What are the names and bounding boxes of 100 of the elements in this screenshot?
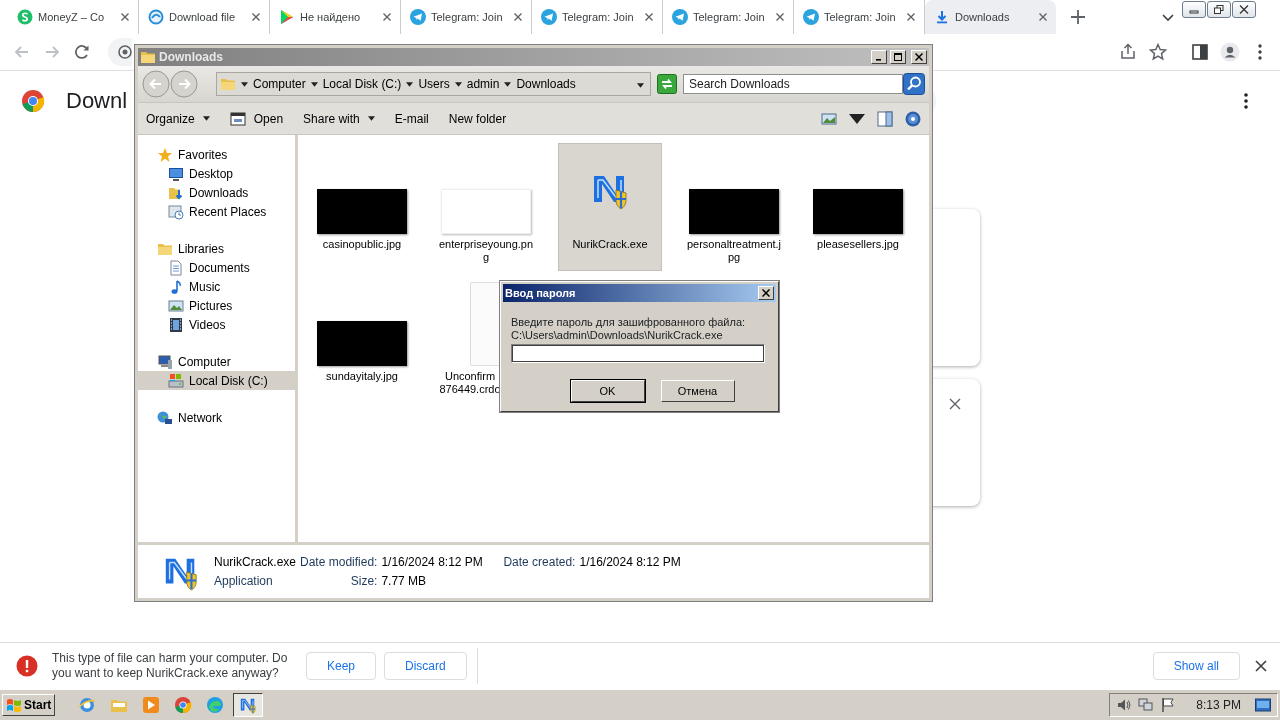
speaker-icon[interactable]	[1116, 697, 1133, 713]
maximize-button[interactable]	[890, 50, 906, 64]
nav-item[interactable]: Libraries	[138, 239, 295, 258]
start-button[interactable]: Start	[2, 694, 56, 716]
dropdown-icon	[637, 83, 644, 88]
network-icon	[157, 409, 173, 426]
file-item[interactable]: casinopublic.jpg	[310, 143, 414, 271]
view-icon[interactable]	[821, 110, 837, 127]
nav-item[interactable]: Network	[138, 408, 295, 427]
file-name: enterpriseyoung.png	[437, 238, 535, 264]
back-icon[interactable]	[142, 70, 170, 98]
file-item[interactable]: sundayitaly.jpg	[310, 275, 414, 403]
browser-tab[interactable]: Downloads	[925, 0, 1056, 34]
detail-label: Date modified:	[300, 555, 378, 569]
nav-item[interactable]: Documents	[138, 258, 295, 277]
file-item[interactable]: personaltreatment.jpg	[682, 143, 786, 271]
search-field[interactable]: Search Downloads	[683, 74, 903, 94]
browser-tab[interactable]: Telegram: Join	[663, 0, 794, 34]
shelf-button[interactable]: Keep	[306, 652, 377, 680]
browser-tab[interactable]: Download file	[139, 0, 270, 34]
toolbar-button[interactable]: Open	[229, 110, 284, 127]
network-icon[interactable]	[1138, 697, 1155, 713]
page-title: Downl	[66, 88, 128, 114]
address-bar[interactable]: Computer Local Disk (C:) Users admin Downloads	[216, 72, 651, 96]
browser-tab[interactable]: Telegram: Join	[794, 0, 925, 34]
nav-item[interactable]: Favorites	[138, 145, 295, 164]
file-name: casinopublic.jpg	[321, 238, 403, 251]
download-icon	[934, 9, 950, 25]
detail-label: Size:	[350, 574, 378, 588]
share-icon[interactable]	[1118, 42, 1138, 62]
help-icon[interactable]	[905, 110, 921, 127]
file-name: NurikCrack.exe	[571, 238, 649, 251]
dialog-button[interactable]: OK	[570, 380, 645, 402]
dialog-title: Ввод пароля	[505, 287, 577, 299]
nav-item[interactable]: Downloads	[138, 183, 295, 202]
file-type: Application	[214, 574, 274, 588]
file-name: NurikCrack.exe	[214, 555, 297, 569]
close-icon[interactable]	[1254, 659, 1268, 673]
browser-tab[interactable]: Telegram: Join	[532, 0, 663, 34]
paper-plane-icon	[410, 9, 426, 25]
nav-item[interactable]: Computer	[138, 352, 295, 371]
browser-tab[interactable]: MoneyZ – Co	[8, 0, 139, 34]
coin-icon	[17, 9, 33, 25]
show-all-button[interactable]: Show all	[1152, 652, 1240, 680]
dialog-prompt: Введите пароль для зашифрованного файла:	[511, 316, 747, 329]
browser-tab[interactable]: Telegram: Join	[401, 0, 532, 34]
nav-item[interactable]: Recent Places	[138, 202, 295, 221]
disk-icon	[168, 372, 184, 389]
star-icon	[157, 146, 173, 163]
star-icon[interactable]	[1148, 42, 1168, 62]
restore-button[interactable]	[1207, 1, 1231, 18]
browser-tab[interactable]: Не найдено	[270, 0, 401, 34]
profile-icon[interactable]	[1220, 42, 1240, 62]
address-bar[interactable]	[108, 38, 132, 66]
taskbar-app-button[interactable]	[233, 693, 264, 717]
caret-icon	[454, 81, 462, 87]
nav-item[interactable]: Desktop	[138, 164, 295, 183]
show-desktop-icon[interactable]	[1255, 697, 1271, 713]
refresh-icon[interactable]	[657, 74, 677, 94]
file-item[interactable]: NurikCrack.exe	[558, 143, 662, 271]
close-button[interactable]	[1232, 1, 1256, 18]
close-icon	[915, 53, 923, 61]
toolbar-button[interactable]: New folder	[448, 111, 507, 126]
download-folder-icon	[220, 76, 236, 92]
breadcrumb[interactable]: Local Disk (C:)	[322, 77, 402, 91]
search-icon[interactable]	[903, 73, 925, 95]
breadcrumb[interactable]: Computer	[253, 77, 306, 91]
recent-places-icon	[168, 203, 184, 220]
maximize-icon	[894, 53, 902, 61]
close-icon	[762, 289, 770, 297]
flag-icon[interactable]	[1160, 697, 1177, 713]
preview-pane-icon[interactable]	[877, 110, 893, 127]
window-icon	[229, 110, 246, 127]
picture-icon	[168, 297, 184, 314]
play-icon	[279, 9, 295, 25]
caret-icon	[406, 81, 414, 87]
file-item[interactable]: pleasesellers.jpg	[806, 143, 910, 271]
toolbar-button[interactable]: Organize	[146, 111, 210, 126]
breadcrumb[interactable]: Downloads	[516, 77, 576, 91]
file-item[interactable]: enterpriseyoung.png	[434, 143, 538, 271]
shelf-button[interactable]: Discard	[384, 652, 467, 680]
dialog-button[interactable]: Отмена	[660, 380, 735, 402]
toolbar-button[interactable]: Share with	[303, 111, 375, 126]
detail-label: Date created:	[503, 555, 576, 569]
file-path: C:\Users\admin\Downloads\NurikCrack.exe	[511, 329, 724, 342]
breadcrumb[interactable]: Users	[418, 77, 450, 91]
nav-item[interactable]: Videos	[138, 315, 295, 334]
password-field[interactable]	[511, 344, 765, 363]
nav-item[interactable]: Local Disk (C:)	[138, 371, 295, 390]
forward-icon[interactable]	[170, 70, 198, 98]
reload-icon[interactable]	[72, 42, 92, 62]
swirl-icon	[148, 9, 164, 25]
breadcrumb[interactable]: admin	[466, 77, 500, 91]
browser-logo-icon	[21, 89, 45, 113]
document-icon	[168, 259, 184, 276]
side-panel-icon[interactable]	[1190, 42, 1210, 62]
toolbar-button[interactable]: E-mail	[394, 111, 429, 126]
close-icon[interactable]	[948, 397, 962, 411]
nav-item[interactable]: Pictures	[138, 296, 295, 315]
nav-item[interactable]: Music	[138, 277, 295, 296]
